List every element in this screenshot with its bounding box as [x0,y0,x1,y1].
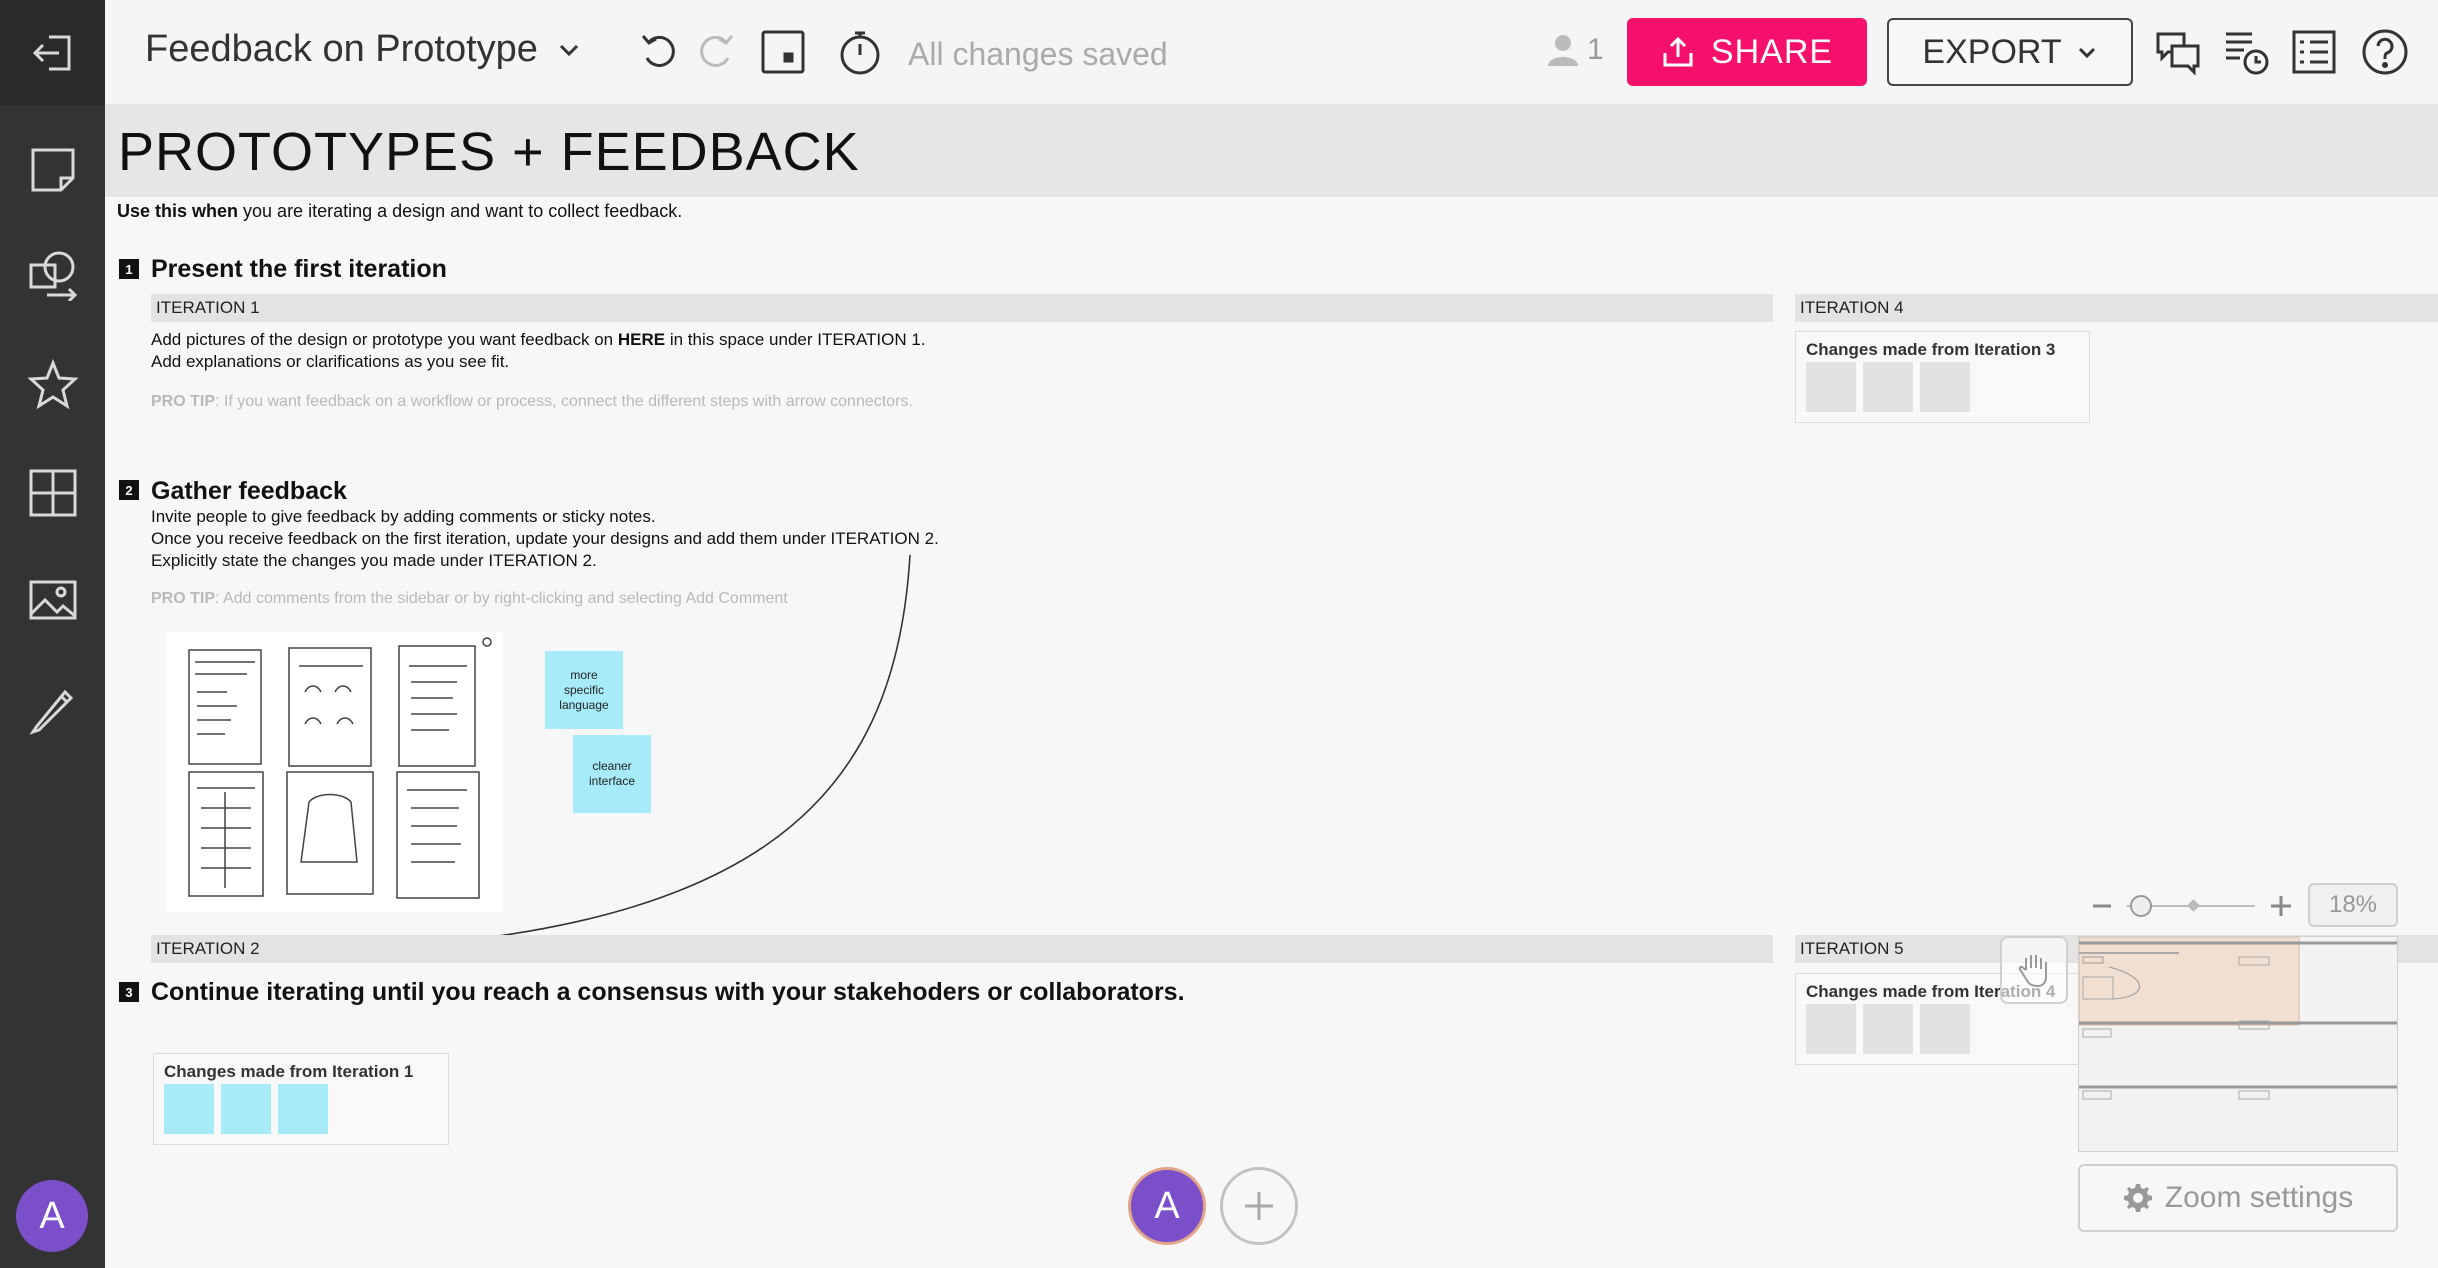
placeholder-square[interactable] [1806,1004,1856,1054]
template-tool[interactable] [0,340,105,430]
board-title-dropdown[interactable]: Feedback on Prototype [145,28,582,71]
zoom-settings-label: Zoom settings [2164,1181,2354,1214]
history-icon [2226,32,2269,75]
activity-button[interactable] [2220,26,2272,78]
share-label: SHARE [1710,32,1834,71]
changes-card-label: Changes made from Iteration 1 [164,1062,414,1081]
changes-card-iteration-1[interactable]: Changes made from Iteration 1 [153,1053,449,1145]
board-title: Feedback on Prototype [145,28,538,70]
collaborator-count: 1 [1587,33,1604,66]
user-icon [1548,35,1578,66]
zoom-percentage[interactable]: 18% [2308,883,2398,927]
image-icon [29,580,76,620]
star-icon [26,359,79,410]
export-label: EXPORT [1922,32,2062,71]
redo-icon [700,35,734,67]
frame-present-icon [761,30,805,74]
plus-icon [1245,1192,1273,1220]
upload-icon [1663,36,1693,67]
timer-button[interactable] [834,26,886,78]
shape-tool[interactable] [0,230,105,320]
minimap[interactable] [2078,936,2398,1152]
pen-icon [28,689,73,735]
step-3-number: 3 [119,982,139,1002]
hand-icon [2018,955,2047,988]
chevron-down-icon [2078,47,2095,59]
pan-tool-button[interactable] [2000,936,2068,1004]
export-button[interactable]: EXPORT [1887,18,2133,86]
zoom-handle [2130,895,2152,917]
grid-icon [29,469,76,517]
gear-icon [2123,1184,2152,1212]
collaborators-indicator[interactable]: 1 [1545,32,1604,68]
save-status: All changes saved [908,36,1168,72]
iteration-2-header: ITERATION 2 [151,935,1773,963]
undo-icon [641,35,675,67]
user-avatar[interactable]: A [16,1180,88,1252]
change-square[interactable] [221,1084,271,1134]
sticky-note-tool[interactable] [0,125,105,215]
frame-tool[interactable] [0,448,105,538]
chevron-down-icon [559,44,578,56]
left-sidebar: A [0,0,105,1268]
list-icon [2292,30,2336,74]
top-toolbar: Feedback on Prototype All changes saved … [105,0,2438,105]
zoom-settings-button[interactable]: Zoom settings [2078,1164,2398,1232]
image-tool[interactable] [0,555,105,645]
minimap-preview [2079,937,2397,1100]
undo-button[interactable] [633,26,685,78]
shape-icon [29,251,77,301]
change-square[interactable] [164,1084,214,1134]
active-user-avatar[interactable]: A [1128,1167,1206,1245]
outline-button[interactable] [2288,26,2340,78]
sticky-note-icon [31,148,74,192]
invite-button[interactable] [1220,1167,1298,1245]
pen-tool[interactable] [0,665,105,755]
zoom-slider[interactable] [2085,884,2315,928]
placeholder-square[interactable] [1920,1004,1970,1054]
presentation-button[interactable] [757,26,809,78]
placeholder-square[interactable] [1863,1004,1913,1054]
redo-button[interactable] [690,26,742,78]
comments-button[interactable] [2152,26,2204,78]
exit-board-button[interactable] [0,0,105,105]
step-3-title: Continue iterating until you reach a con… [151,978,1185,1006]
share-button[interactable]: SHARE [1627,18,1867,86]
change-square[interactable] [278,1084,328,1134]
stopwatch-icon [840,31,880,75]
help-icon [2362,29,2408,75]
help-button[interactable] [2359,26,2411,78]
exit-icon [32,35,70,70]
comments-icon [2156,32,2200,76]
